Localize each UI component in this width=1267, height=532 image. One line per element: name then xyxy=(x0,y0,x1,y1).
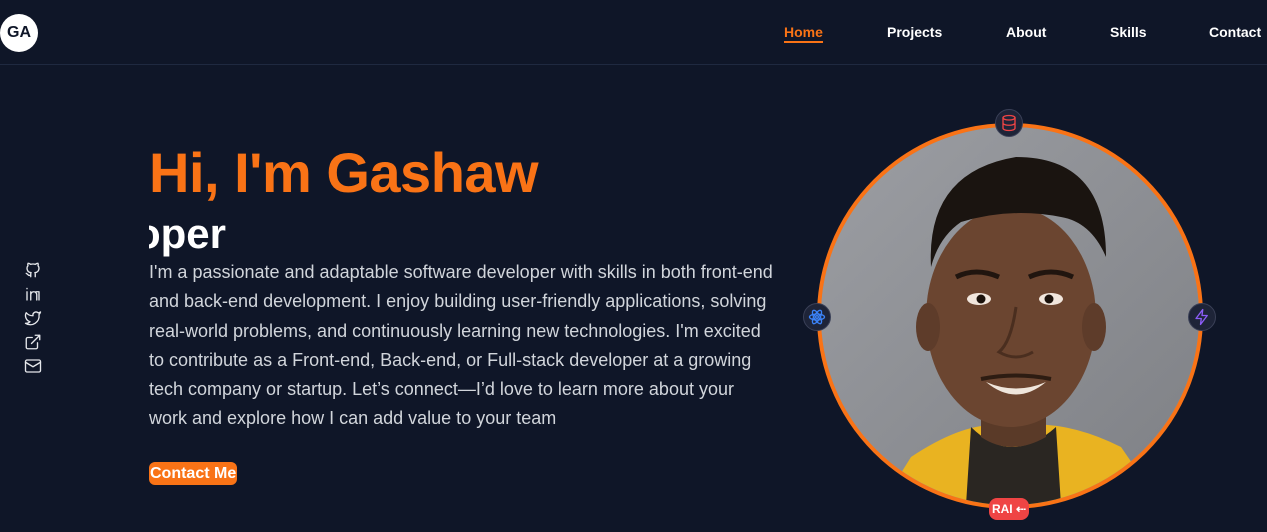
top-navigation: GA Home Projects About Skills Contact xyxy=(0,0,1267,65)
profile-photo xyxy=(817,123,1203,509)
twitter-icon[interactable] xyxy=(23,308,43,328)
mail-icon[interactable] xyxy=(23,356,43,376)
lightning-icon xyxy=(1188,303,1216,331)
site-logo[interactable]: GA xyxy=(0,14,38,52)
linkedin-icon[interactable] xyxy=(23,284,43,304)
hero-greeting: Hi, I'm Gashaw xyxy=(149,141,539,204)
nav-projects[interactable]: Projects xyxy=(887,24,942,40)
nav-home[interactable]: Home xyxy=(784,24,823,43)
react-icon xyxy=(803,303,831,331)
profile-photo-illustration xyxy=(821,127,1199,505)
hero-role-typewriter: oper xyxy=(149,210,227,257)
github-icon[interactable] xyxy=(23,260,43,280)
contact-me-button[interactable]: Contact Me xyxy=(149,462,238,485)
avatar-badge: RAI ⇠ xyxy=(989,498,1029,520)
hero-heading-area: Hi, I'm Gashaw oper xyxy=(149,140,789,270)
database-icon xyxy=(995,109,1023,137)
external-link-icon[interactable] xyxy=(23,332,43,352)
hero-bio: I'm a passionate and adaptable software … xyxy=(149,262,773,429)
nav-skills[interactable]: Skills xyxy=(1110,24,1147,40)
nav-about[interactable]: About xyxy=(1006,24,1046,40)
nav-contact[interactable]: Contact xyxy=(1209,24,1261,40)
